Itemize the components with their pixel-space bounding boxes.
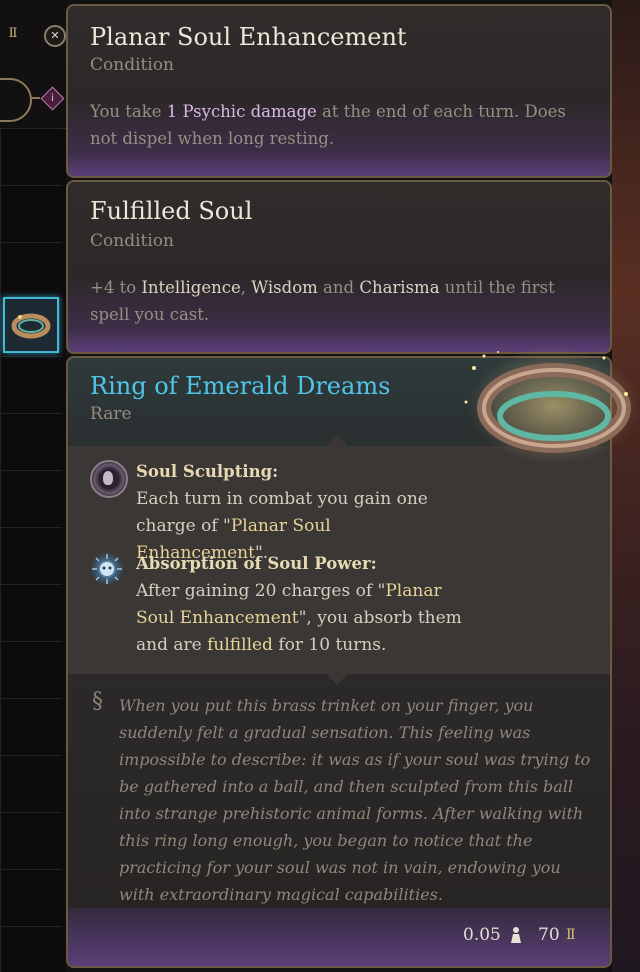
- damage-keyword[interactable]: 1 Psychic damage: [167, 102, 317, 121]
- inventory-sidebar: Ⅱ ✕ i: [0, 0, 66, 972]
- soul-mask-icon: [90, 460, 128, 498]
- item-lore: When you put this brass trinket on your …: [119, 696, 591, 904]
- stat-charisma[interactable]: Charisma: [359, 278, 439, 297]
- ability-description: After gaining 20 charges of "Planar Soul…: [136, 581, 462, 655]
- condition-description: +4 to Intelligence, Wisdom and Charisma …: [90, 278, 555, 324]
- gold-coin-icon: Ⅱ: [8, 26, 18, 41]
- close-button[interactable]: ✕: [44, 25, 66, 47]
- ring-thumbnail-icon: [11, 313, 51, 339]
- condition-title: Fulfilled Soul: [90, 197, 253, 225]
- stat-intelligence[interactable]: Intelligence: [141, 278, 240, 297]
- filter-toggle[interactable]: [0, 78, 32, 122]
- info-icon[interactable]: i: [40, 86, 65, 111]
- item-footer: [68, 908, 610, 966]
- inventory-header: Ⅱ ✕ i: [0, 0, 66, 129]
- weight-icon: [511, 927, 521, 943]
- condition-tooltip-fulfilled-soul: Fulfilled Soul Condition +4 to Intellige…: [66, 180, 612, 354]
- item-name: Ring of Emerald Dreams: [90, 372, 391, 400]
- soul-burst-icon: [90, 552, 124, 586]
- item-rarity: Rare: [90, 404, 132, 424]
- ability-name: Absorption of Soul Power:: [136, 554, 377, 573]
- ring-illustration-icon: [464, 348, 640, 464]
- item-weight: 0.05: [463, 925, 501, 945]
- scene-background: [612, 0, 640, 972]
- inventory-grid: [0, 128, 62, 972]
- condition-title: Planar Soul Enhancement: [90, 23, 407, 51]
- condition-description: You take 1 Psychic damage at the end of …: [90, 102, 566, 148]
- condition-link[interactable]: fulfilled: [207, 635, 273, 655]
- condition-type: Condition: [90, 55, 174, 75]
- condition-type: Condition: [90, 231, 174, 251]
- item-price: 70: [538, 925, 560, 945]
- stat-wisdom[interactable]: Wisdom: [251, 278, 318, 297]
- gold-coin-icon: Ⅱ: [566, 927, 576, 943]
- condition-tooltip-planar-soul: Planar Soul Enhancement Condition You ta…: [66, 4, 612, 178]
- soul-burst-glyph: [92, 554, 122, 584]
- ability-name: Soul Sculpting:: [136, 462, 279, 481]
- connector-line: [30, 97, 40, 99]
- inventory-slot-ring[interactable]: [3, 297, 59, 353]
- lore-scroll-icon: §: [92, 689, 103, 714]
